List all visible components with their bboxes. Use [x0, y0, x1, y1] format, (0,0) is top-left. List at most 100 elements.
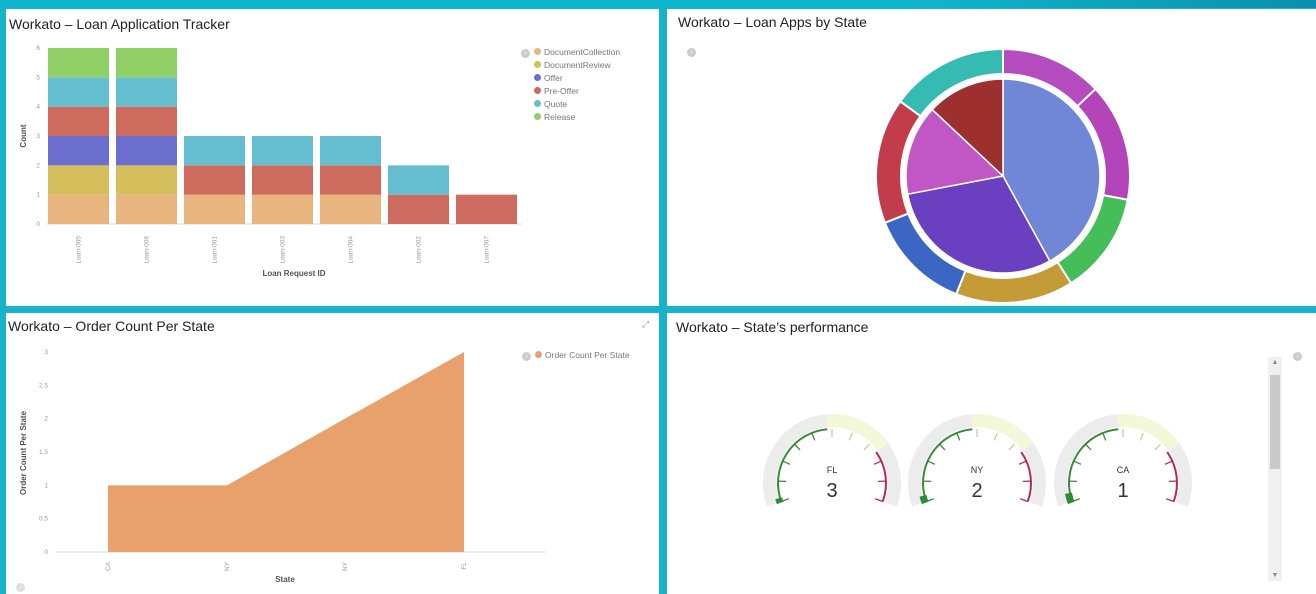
- x-axis-title: State: [275, 575, 295, 584]
- bar-segment: [388, 165, 449, 195]
- gauge-value: 1: [1117, 480, 1128, 502]
- legend-item[interactable]: Quote: [534, 97, 620, 110]
- bar-segment: [116, 106, 177, 136]
- legend-swatch: [534, 61, 541, 68]
- bar-segment: [116, 48, 177, 78]
- gauge-tick: [782, 460, 791, 465]
- legend-label: DocumentCollection: [544, 46, 621, 57]
- scrollbar-thumb[interactable]: [1270, 375, 1280, 469]
- y-tick-label: 0: [36, 221, 40, 228]
- bar-segment: [252, 165, 313, 195]
- gauge-tick: [811, 432, 816, 441]
- bar-segment: [48, 48, 109, 78]
- legend-swatch: [534, 48, 541, 55]
- nested-donut-chart: [875, 47, 1131, 304]
- y-tick-label: 6: [36, 45, 40, 52]
- legend-swatch: [534, 87, 541, 94]
- gauge-fl: FL 3: [763, 414, 901, 507]
- x-tick-label: NY: [224, 561, 231, 571]
- bar-segment: [116, 194, 177, 224]
- gauge-tick: [1154, 443, 1161, 451]
- legend-toggle-icon[interactable]: ›: [521, 49, 530, 58]
- panel-toggle-icon[interactable]: ›: [16, 583, 25, 592]
- gauge-tick: [1020, 498, 1028, 503]
- gauge-tick: [1008, 443, 1015, 451]
- gauge-tick: [993, 432, 998, 441]
- y-tick-label: 1: [36, 192, 40, 199]
- gauge-tick: [1166, 498, 1174, 503]
- loan-apps-by-state-panel: Workato – Loan Apps by State ›: [667, 9, 1316, 306]
- gauge-tick: [1018, 460, 1027, 465]
- x-tick-label: Loan-001: [212, 236, 219, 264]
- gauge-yellow-zone: [970, 414, 1034, 451]
- bar-segment: [116, 136, 177, 166]
- legend-item[interactable]: Offer: [534, 71, 620, 84]
- legend-label: Offer: [544, 72, 563, 83]
- gauge-value: 2: [971, 480, 982, 502]
- bar-segment: [388, 194, 449, 224]
- y-tick-label: 5: [36, 74, 40, 81]
- x-tick-label: Loan-005: [76, 236, 83, 264]
- legend-label: DocumentReview: [544, 59, 611, 70]
- legend-toggle-icon[interactable]: ‹: [1293, 352, 1302, 361]
- gauge-ca: CA 1: [1054, 413, 1192, 507]
- legend-label: Release: [544, 111, 576, 122]
- bar-segment: [320, 165, 381, 195]
- bar-segment: [456, 194, 517, 224]
- gauge-value: 3: [826, 480, 837, 502]
- bar-segment: [184, 136, 245, 166]
- y-axis-title: Order Count Per State: [19, 410, 28, 495]
- scroll-down-icon[interactable]: ▼: [1268, 572, 1282, 579]
- bar-segment: [48, 165, 109, 195]
- bar-segment: [48, 136, 109, 166]
- gauge-tick: [848, 432, 853, 441]
- x-tick-label: CA: [105, 561, 112, 571]
- legend-item[interactable]: DocumentReview: [534, 58, 620, 71]
- states-performance-panel: Workato – State’s performance ‹ FL 3 NY 2 CA…: [667, 313, 1316, 594]
- bar-segment: [184, 194, 245, 224]
- x-tick-label: Loan-004: [348, 236, 355, 264]
- gauge-yellow-zone: [825, 414, 889, 451]
- y-tick-label: 2.5: [39, 382, 48, 389]
- legend-label: Order Count Per State: [545, 349, 630, 360]
- bar-segment: [252, 136, 313, 166]
- bar-segment: [320, 194, 381, 224]
- bar-segment: [320, 136, 381, 166]
- legend-item[interactable]: Order Count Per State: [535, 348, 630, 361]
- bar-segment: [116, 77, 177, 107]
- x-tick-label: Loan-002: [416, 236, 423, 264]
- bar-segment: [48, 77, 109, 107]
- y-tick-label: 0: [44, 549, 48, 556]
- gauge-yellow-zone: [1116, 414, 1180, 451]
- vertical-scrollbar[interactable]: ▲ ▼: [1268, 357, 1282, 581]
- y-tick-label: 0.5: [39, 516, 48, 523]
- legend-item[interactable]: Pre-Offer: [534, 84, 620, 97]
- gauge-tick: [794, 443, 801, 451]
- top-strip: [0, 0, 1316, 8]
- bar-segment: [252, 194, 313, 224]
- legend-label: Quote: [544, 98, 568, 109]
- gauge-tick: [1139, 432, 1144, 441]
- gauge-tick: [875, 498, 883, 503]
- y-tick-label: 4: [36, 104, 40, 111]
- gauge-tick: [1073, 460, 1082, 465]
- legend-swatch: [534, 113, 541, 120]
- legend-toggle-icon[interactable]: ›: [522, 352, 531, 361]
- legend-swatch: [534, 100, 541, 107]
- area-fill: [108, 352, 464, 552]
- y-tick-label: 1: [44, 482, 48, 489]
- legend-item[interactable]: Release: [534, 110, 620, 123]
- bar-segment: [184, 165, 245, 195]
- gauge-chart: FL 3 NY 2 CA 1: [763, 413, 1192, 507]
- legend-item[interactable]: DocumentCollection: [534, 45, 620, 58]
- gauge-tick: [939, 443, 946, 451]
- y-tick-label: 2: [36, 162, 40, 169]
- gauge-tick: [927, 460, 936, 465]
- gauge-tick: [873, 460, 882, 465]
- y-tick-label: 3: [36, 133, 40, 140]
- bar-segment: [48, 106, 109, 136]
- scroll-up-icon[interactable]: ▲: [1268, 359, 1282, 366]
- gauge-tick: [956, 432, 961, 441]
- x-tick-label: NY: [342, 561, 349, 571]
- x-tick-label: Loan-006: [144, 236, 151, 264]
